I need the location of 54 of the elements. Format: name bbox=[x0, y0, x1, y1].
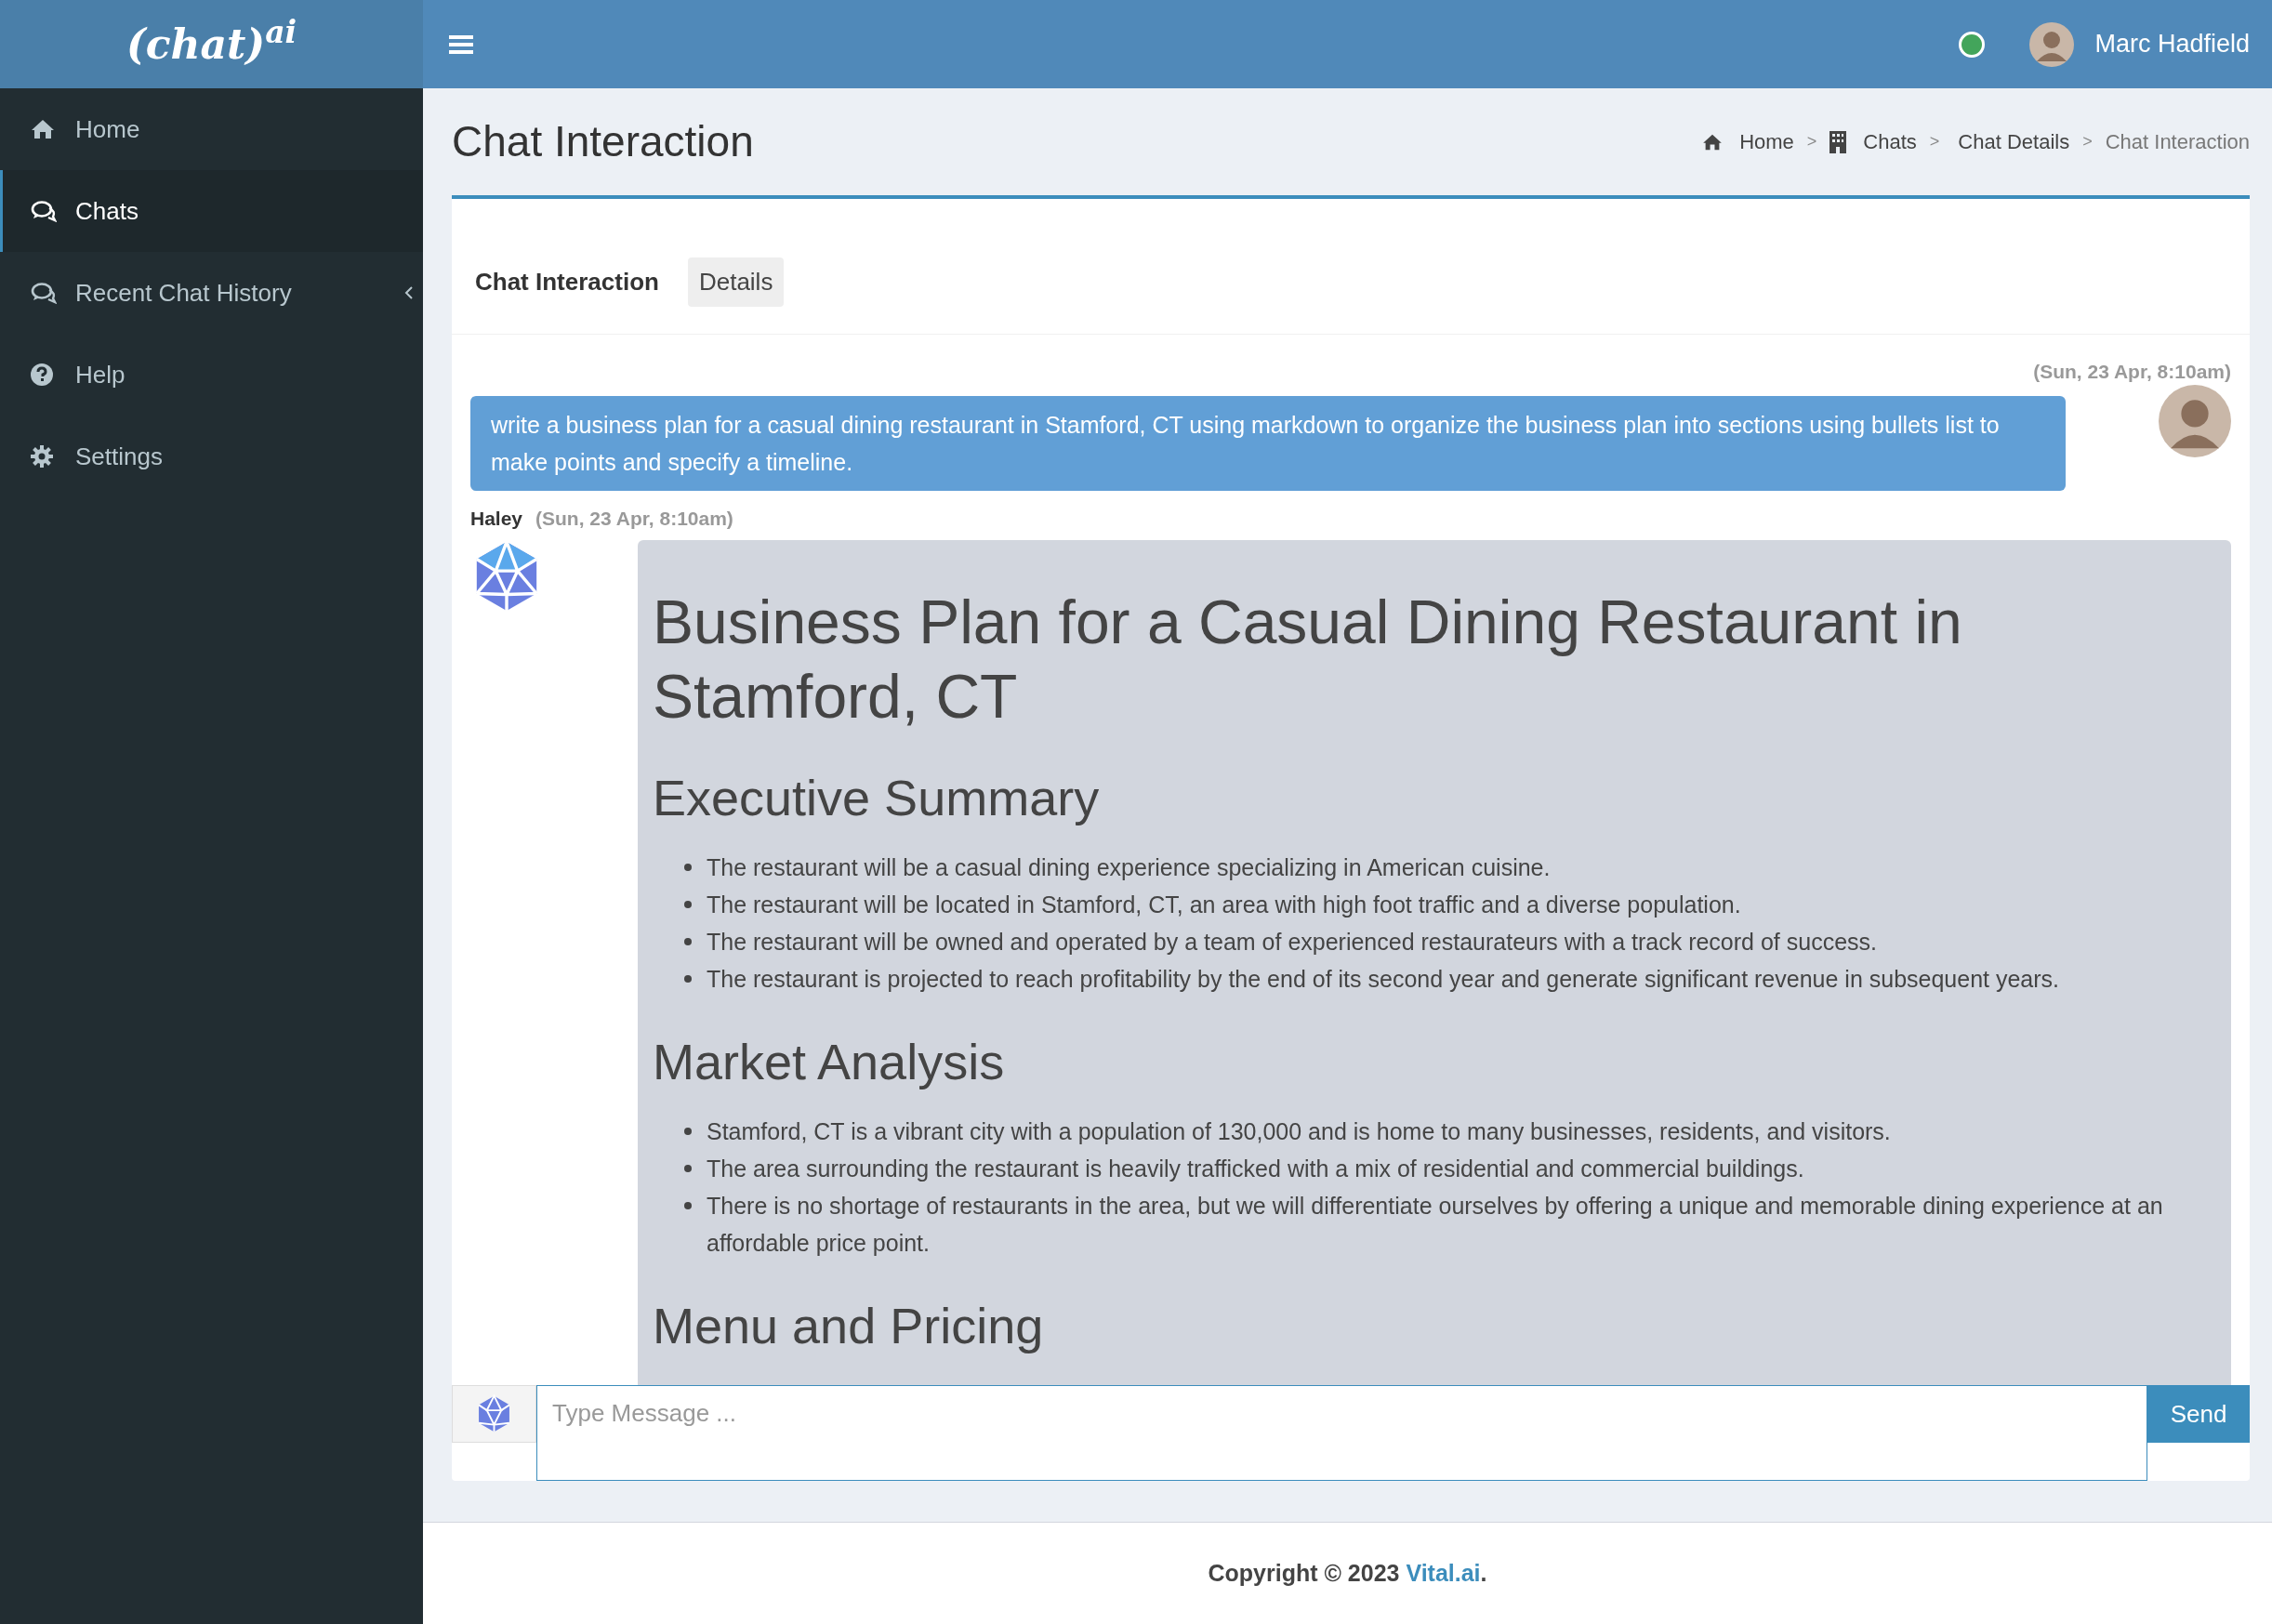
send-button[interactable]: Send bbox=[2147, 1385, 2250, 1443]
tab[interactable]: Details bbox=[687, 257, 785, 307]
icosahedron-icon[interactable] bbox=[452, 1385, 536, 1443]
bullet-text: The restaurant is projected to reach profitability by the end of its second year and generate significant revenue in subsequent years. bbox=[707, 965, 2060, 994]
bullet-icon bbox=[684, 1165, 692, 1172]
bullet-text: There is no shortage of restaurants in the area, but we will differentiate ourselves by offering a unique and memorable dining experience at an affordable price point. bbox=[707, 1192, 2164, 1258]
breadcrumb-link[interactable]: Chat Details bbox=[1958, 126, 2070, 157]
sidebar-item[interactable]: Help bbox=[0, 334, 423, 416]
breadcrumb-link[interactable]: Chats bbox=[1863, 126, 1917, 157]
chevron-left-icon bbox=[404, 285, 414, 300]
bullet-icon bbox=[684, 901, 692, 908]
avatar-icon bbox=[2159, 384, 2231, 457]
section-heading: Executive Summary bbox=[653, 769, 1101, 827]
breadcrumb-link[interactable]: Home bbox=[1739, 126, 1794, 157]
sidebar-item[interactable]: Home bbox=[0, 88, 423, 170]
bullet-icon bbox=[684, 1128, 692, 1135]
bullet-text: The restaurant will be a casual dining experience specializing in American cuisine. bbox=[707, 853, 1551, 882]
bullet-text: The restaurant will be located in Stamford, CT, an area with high foot traffic and a diverse population. bbox=[707, 891, 1741, 919]
sidebar-item[interactable]: Recent Chat History bbox=[0, 252, 423, 334]
avatar-icon[interactable] bbox=[2029, 21, 2075, 67]
section-heading: Menu and Pricing bbox=[653, 1297, 1045, 1355]
bullet-text: The restaurant will be owned and operated by a team of experienced restaurateurs with a track record of success. bbox=[707, 928, 1877, 957]
chat-bubbles-icon bbox=[31, 282, 57, 304]
vital-link[interactable]: Vital.ai bbox=[1406, 1559, 1481, 1586]
breadcrumb-separator: > bbox=[1806, 131, 1817, 152]
message-field[interactable]: Type Message ... bbox=[536, 1385, 2147, 1481]
chat-bubbles-icon bbox=[31, 200, 57, 222]
sender-name: Haley bbox=[470, 506, 523, 531]
breadcrumb-current[interactable]: Chat Interaction bbox=[2105, 126, 2250, 157]
message-time: (Sun, 23 Apr, 8:10am) bbox=[2033, 360, 2231, 384]
sidebar-item[interactable]: Settings bbox=[0, 416, 423, 497]
bullet-icon bbox=[684, 864, 692, 871]
page-title: Chat Interaction bbox=[452, 116, 754, 167]
breadcrumb-separator: > bbox=[2082, 131, 2093, 152]
home-icon bbox=[31, 119, 55, 139]
settings-icon bbox=[31, 445, 53, 468]
breadcrumb-separator: > bbox=[1929, 131, 1940, 152]
tab[interactable]: Chat Interaction bbox=[470, 257, 664, 307]
response-title: Business Plan for a Casual Dining Restaurant in Stamford, CT bbox=[653, 587, 1963, 733]
bullet-text: The area surrounding the restaurant is heavily trafficked with a mix of residential and commercial buildings. bbox=[707, 1155, 1804, 1183]
user-message: write a business plan for a casual dining restaurant in Stamford, CT using markdown to organize the business plan into sections using bullets list to make points and specify a timeline. bbox=[470, 395, 2066, 491]
section-heading: Market Analysis bbox=[653, 1033, 1006, 1091]
help-icon bbox=[31, 363, 53, 386]
menu-icon[interactable] bbox=[449, 33, 473, 55]
home-icon bbox=[1702, 133, 1724, 151]
bullet-icon bbox=[684, 975, 692, 983]
copyright-text: Copyright © 2023 Vital.ai. bbox=[1208, 1558, 1487, 1588]
bullet-icon bbox=[684, 938, 692, 945]
user-name[interactable]: Marc Hadfield bbox=[2094, 25, 2250, 63]
building-icon bbox=[1829, 130, 1847, 153]
sidebar-item[interactable]: Chats bbox=[0, 170, 423, 252]
message-time: (Sun, 23 Apr, 8:10am) bbox=[535, 506, 733, 531]
bullet-text: Stamford, CT is a vibrant city with a population of 130,000 and is home to many businesses, residents, and visitors. bbox=[707, 1117, 1891, 1146]
bullet-icon bbox=[684, 1202, 692, 1209]
